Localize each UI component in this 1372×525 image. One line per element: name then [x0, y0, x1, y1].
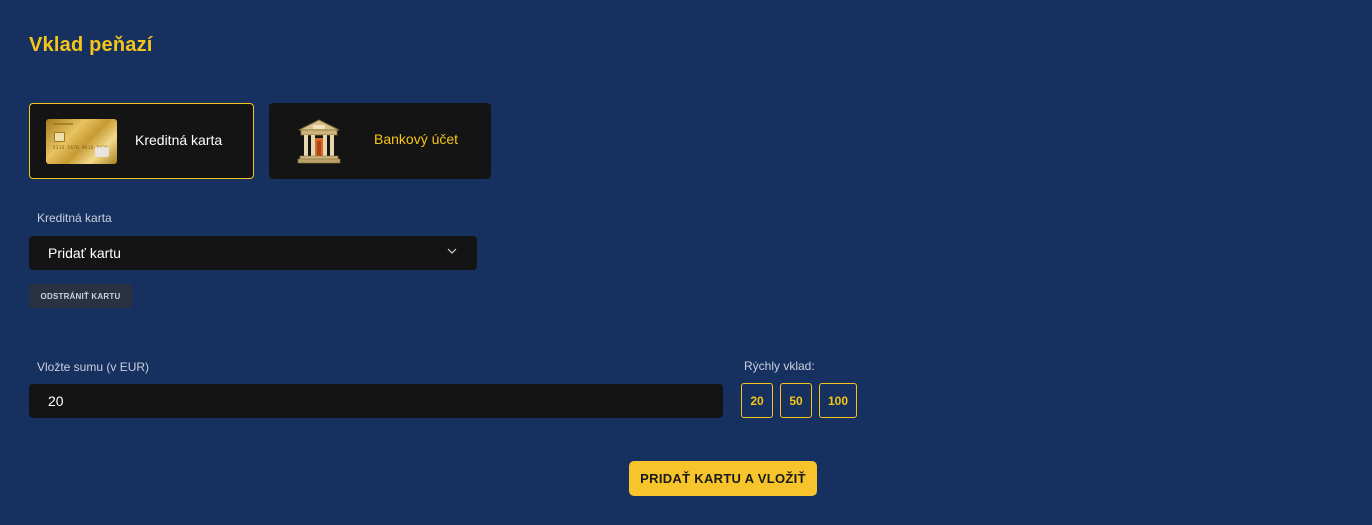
bank-icon	[297, 119, 341, 164]
quick-deposit-100-button[interactable]: 100	[819, 383, 857, 418]
quick-deposit-50-button[interactable]: 50	[780, 383, 812, 418]
remove-card-button[interactable]: ODSTRÁNIŤ KARTU	[29, 284, 132, 308]
amount-label: Vložte sumu (v EUR)	[37, 360, 150, 374]
card-select-value: Pridať kartu	[48, 245, 121, 261]
payment-method-label: Bankový účet	[374, 131, 459, 147]
quick-deposit-label: Rýchly vklad:	[744, 359, 815, 373]
quick-deposit-20-button[interactable]: 20	[741, 383, 773, 418]
payment-method-credit-card[interactable]: 5315 5676 9616 9436 Kreditná karta	[29, 103, 254, 179]
add-card-and-deposit-button[interactable]: PRIDAŤ KARTU A VLOŽIŤ	[629, 461, 817, 496]
card-select[interactable]: Pridať kartu	[29, 236, 477, 270]
payment-method-label: Kreditná karta	[135, 132, 223, 148]
chevron-down-icon	[447, 248, 457, 254]
page-title: Vklad peňazí	[29, 34, 153, 56]
payment-method-bank-account[interactable]: Bankový účet	[269, 103, 491, 179]
credit-card-icon: 5315 5676 9616 9436	[46, 119, 117, 164]
amount-input[interactable]	[29, 384, 723, 418]
card-select-label: Kreditná karta	[37, 211, 112, 225]
